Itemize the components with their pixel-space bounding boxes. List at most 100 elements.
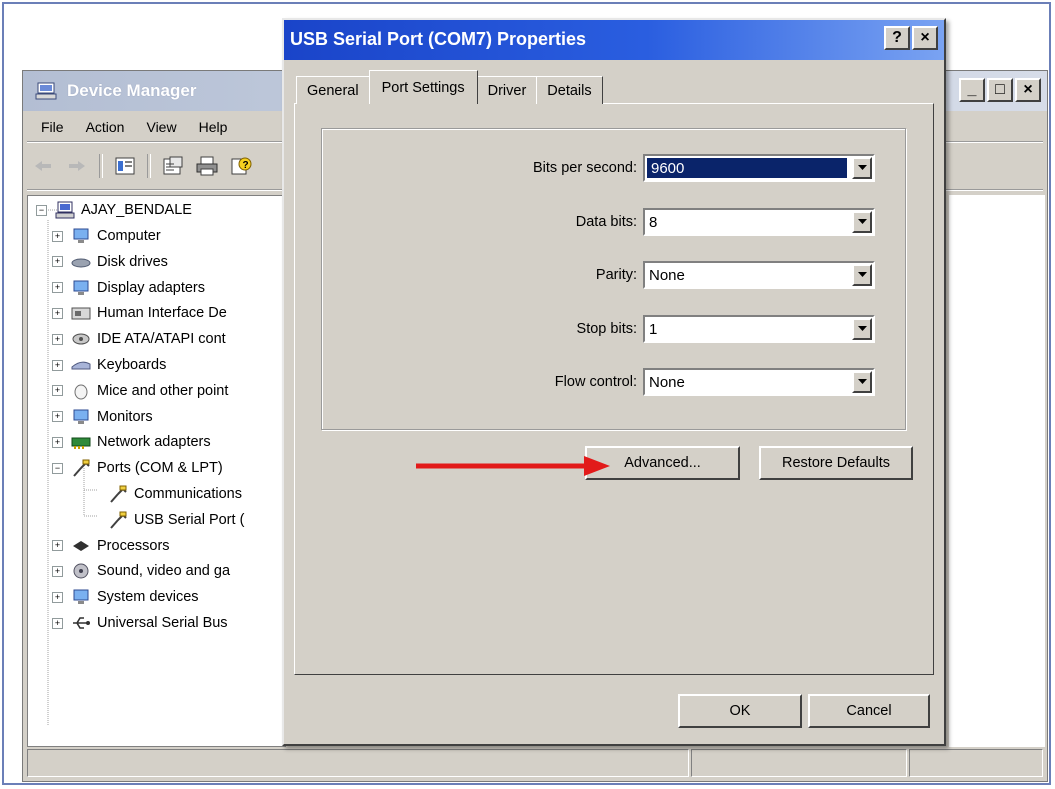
tree-item[interactable]: + IDE ATA/ATAPI cont [52,328,226,350]
device-tree[interactable]: − AJAY_BENDALE + Computer + Disk drives + Dis… [27,195,286,747]
tree-item[interactable]: + Computer [52,225,161,247]
tree-item-label: Human Interface De [97,305,227,322]
close-button[interactable]: × [1015,78,1041,102]
system-device-icon [71,588,91,606]
expand-icon[interactable]: + [52,617,63,629]
stop-bits-select[interactable]: 1 [643,315,875,343]
usb-icon [71,614,91,632]
chevron-down-icon[interactable] [852,371,872,393]
expand-icon[interactable]: + [52,540,63,552]
tree-child-item[interactable]: USB Serial Port ( [108,509,244,531]
display-adapter-icon [71,279,91,297]
stop-bits-label: Stop bits: [576,321,637,337]
expand-icon[interactable]: + [52,385,63,397]
tree-item[interactable]: + Keyboards [52,354,166,376]
print-icon[interactable] [195,154,219,178]
tree-item[interactable]: − Ports (COM & LPT) [52,457,223,479]
tab-general[interactable]: General [296,76,370,104]
chevron-down-icon[interactable] [852,318,872,340]
collapse-icon[interactable]: − [36,204,47,216]
ide-controller-icon [71,330,91,348]
tree-child-item[interactable]: Communications [108,483,242,505]
data-bits-value: 8 [649,213,658,231]
console-tree-icon[interactable] [113,154,137,178]
tree-item[interactable]: + Network adapters [52,431,211,453]
forward-arrow-icon[interactable] [65,154,89,178]
flow-control-value: None [649,373,685,391]
tree-item[interactable]: + System devices [52,586,199,608]
expand-icon[interactable]: + [52,333,63,345]
tree-item-label: Sound, video and ga [97,563,231,580]
expand-icon[interactable]: + [52,359,63,371]
data-bits-label: Data bits: [575,214,637,230]
dialog-titlebar[interactable]: USB Serial Port (COM7) Properties ? × [284,20,944,60]
parity-select[interactable]: None [643,261,875,289]
tree-item[interactable]: + Disk drives [52,251,168,273]
expand-icon[interactable]: + [52,411,63,423]
properties-icon[interactable] [161,154,185,178]
chevron-down-icon[interactable] [852,211,872,233]
monitor-icon [71,408,91,426]
expand-icon[interactable]: + [52,282,63,294]
status-panel [27,749,689,777]
tree-item-label: Display adapters [97,279,205,296]
tree-item-label: Disk drives [97,253,168,270]
expand-icon[interactable]: + [52,591,63,603]
help-button[interactable]: ? [884,26,910,50]
tree-item[interactable]: + Universal Serial Bus [52,612,228,634]
cancel-button[interactable]: Cancel [808,694,930,728]
expand-icon[interactable]: + [52,256,63,268]
parity-row: Parity: None [596,260,875,290]
tree-item-label: Communications [134,486,242,502]
menu-help[interactable]: Help [177,115,228,139]
tree-item-label: Mice and other point [97,382,229,399]
tree-item-label: Monitors [97,408,153,425]
port-icon [108,511,128,529]
tab-driver[interactable]: Driver [476,76,538,104]
tree-item[interactable]: + Display adapters [52,277,205,299]
properties-dialog: USB Serial Port (COM7) Properties ? × Bi… [282,18,946,746]
maximize-button[interactable]: □ [987,78,1013,102]
menu-action[interactable]: Action [64,115,125,139]
status-panel [691,749,907,777]
data-bits-select[interactable]: 8 [643,208,875,236]
tree-item-label: Ports (COM & LPT) [97,460,223,477]
collapse-icon[interactable]: − [52,462,63,474]
bits-per-second-select[interactable]: 9600 [643,154,875,182]
flow-control-label: Flow control: [554,374,637,390]
menu-file[interactable]: File [23,115,64,139]
tab-details[interactable]: Details [536,76,603,104]
tree-item-label: Keyboards [97,357,167,373]
chevron-down-icon[interactable] [852,157,872,179]
port-icon [71,459,91,477]
expand-icon[interactable]: + [52,436,63,448]
chevron-down-icon[interactable] [852,264,872,286]
tree-item[interactable]: + Human Interface De [52,302,227,324]
tree-item[interactable]: + Processors [52,535,170,557]
tree-item[interactable]: + Mice and other point [52,380,228,402]
expand-icon[interactable]: + [52,565,63,577]
restore-defaults-button[interactable]: Restore Defaults [759,446,913,480]
expand-icon[interactable]: + [52,307,63,319]
dialog-close-button[interactable]: × [912,26,938,50]
minimize-button[interactable]: _ [959,78,985,102]
toolbar-divider [99,154,103,178]
expand-icon[interactable]: + [52,230,63,242]
tree-item[interactable]: + Monitors [52,406,153,428]
flow-control-select[interactable]: None [643,368,875,396]
menu-view[interactable]: View [124,115,176,139]
help-icon[interactable]: ? [229,154,253,178]
toolbar-divider [147,154,151,178]
tree-item[interactable]: + Sound, video and ga [52,560,230,582]
computer-icon [55,201,75,219]
back-arrow-icon[interactable] [31,154,55,178]
tree-root[interactable]: − AJAY_BENDALE [36,199,192,221]
computer-icon [71,227,91,245]
ok-button[interactable]: OK [678,694,802,728]
network-adapter-icon [71,433,91,451]
flow-control-row: Flow control: None [555,367,875,397]
stop-bits-row: Stop bits: 1 [577,314,875,344]
tree-item-label: Universal Serial Bus [97,615,228,631]
tab-port-settings[interactable]: Port Settings [368,70,478,104]
device-manager-title: Device Manager [67,81,197,100]
